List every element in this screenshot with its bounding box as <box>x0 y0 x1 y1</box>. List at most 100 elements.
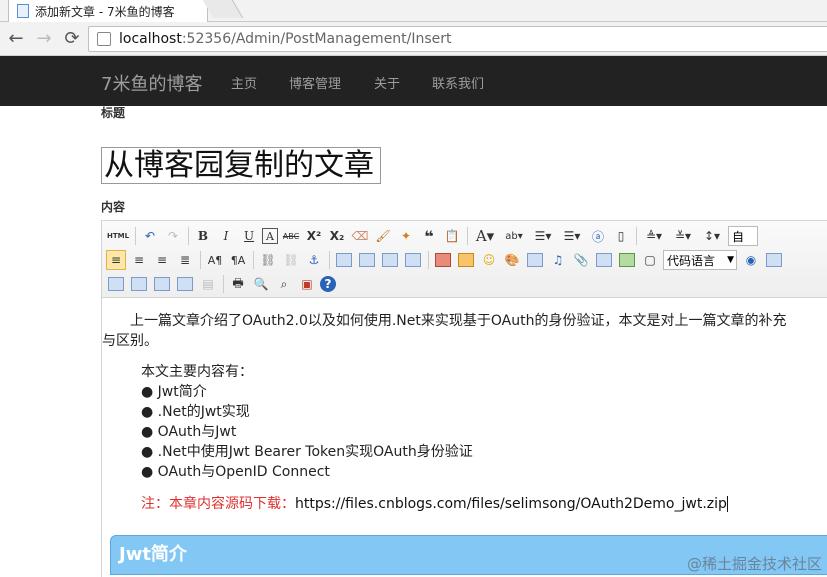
eraser-icon[interactable]: ⌫ <box>350 226 370 246</box>
browser-toolbar: ← → ⟳ localhost:52356/Admin/PostManageme… <box>0 22 827 56</box>
image-none-icon[interactable] <box>334 250 354 270</box>
superscript-icon[interactable]: X² <box>304 226 324 246</box>
template-icon[interactable] <box>764 250 784 270</box>
print-icon[interactable]: 🖶 <box>228 274 248 294</box>
insert-row-icon[interactable] <box>152 274 172 294</box>
align-right-icon[interactable]: ≡ <box>152 250 172 270</box>
multi-image-icon[interactable] <box>456 250 476 270</box>
highlight-color-icon[interactable]: ab▾ <box>501 226 527 246</box>
title-label: 标题 <box>101 106 126 120</box>
undo-icon[interactable]: ↶ <box>140 226 160 246</box>
row-spacing-top-icon[interactable]: ≜▾ <box>641 226 667 246</box>
title-input[interactable]: 从博客园复制的文章 <box>101 147 381 184</box>
help-icon[interactable]: ? <box>320 276 336 292</box>
intro-paragraph: 上一篇文章介绍了OAuth2.0以及如何使用.Net来实现基于OAuth的身份验… <box>102 311 827 351</box>
web-search-icon[interactable]: ◉ <box>741 250 761 270</box>
toc-item: .Net的Jwt实现 <box>141 402 473 422</box>
align-justify-icon[interactable]: ≣ <box>175 250 195 270</box>
toolbar-separator <box>428 251 429 269</box>
merge-cells-icon[interactable]: ▤ <box>198 274 218 294</box>
toolbar-separator <box>636 227 637 245</box>
browser-tabstrip: 添加新文章 - 7米鱼的博客 <box>0 0 827 22</box>
nav-item-contact[interactable]: 联系我们 <box>432 73 484 92</box>
clear-doc-icon[interactable]: ▯ <box>611 226 631 246</box>
image-right-icon[interactable] <box>380 250 400 270</box>
editor-toolbar: HTML ↶ ↷ B I U A ABC X² X₂ ⌫ 🖌 ✦ ❝ 📋 A▾ … <box>102 221 827 298</box>
drafts-icon[interactable]: ▣ <box>297 274 317 294</box>
delete-table-icon[interactable] <box>129 274 149 294</box>
image-center-icon[interactable] <box>403 250 423 270</box>
reload-icon[interactable]: ⟳ <box>60 27 84 51</box>
direction-rtl-icon[interactable]: ¶A <box>228 250 248 270</box>
nav-item-home[interactable]: 主页 <box>231 73 257 92</box>
attachment-icon[interactable]: 📎 <box>571 250 591 270</box>
emotion-icon[interactable]: ☺ <box>479 250 499 270</box>
address-bar[interactable]: localhost:52356/Admin/PostManagement/Ins… <box>88 26 827 52</box>
intro-line-1: 上一篇文章介绍了OAuth2.0以及如何使用.Net来实现基于OAuth的身份验… <box>130 313 787 329</box>
insert-video-icon[interactable] <box>525 250 545 270</box>
html-source-button[interactable]: HTML <box>106 226 130 246</box>
toolbar-separator <box>188 227 189 245</box>
toolbar-separator <box>135 227 136 245</box>
toolbar-separator <box>253 251 254 269</box>
image-left-icon[interactable] <box>357 250 377 270</box>
auto-format-icon[interactable]: ✦ <box>396 226 416 246</box>
align-center-icon[interactable]: ≡ <box>129 250 149 270</box>
insert-column-icon[interactable] <box>175 274 195 294</box>
nav-item-about[interactable]: 关于 <box>374 73 400 92</box>
download-label: 注：本章内容源码下载： <box>141 496 295 512</box>
nav-item-blog-management[interactable]: 博客管理 <box>289 73 341 92</box>
google-map-icon[interactable] <box>617 250 637 270</box>
redo-icon[interactable]: ↷ <box>163 226 183 246</box>
direction-ltr-icon[interactable]: A¶ <box>205 250 225 270</box>
page-info-icon[interactable] <box>97 32 111 46</box>
toolbar-separator <box>467 227 468 245</box>
font-color-icon[interactable]: A▾ <box>472 226 498 246</box>
music-icon[interactable]: ♫ <box>548 250 568 270</box>
url-host: localhost <box>119 31 182 47</box>
chevron-down-icon: ▼ <box>727 255 734 265</box>
subscript-icon[interactable]: X₂ <box>327 226 347 246</box>
toc-heading: 本文主要内容有： <box>141 364 253 380</box>
hyperlink-style-icon[interactable]: ⓐ <box>588 226 608 246</box>
search-replace-icon[interactable]: ⌕ <box>274 274 294 294</box>
forward-arrow-icon[interactable]: → <box>32 27 56 51</box>
italic-icon[interactable]: I <box>216 226 236 246</box>
font-border-icon[interactable]: A <box>262 228 278 244</box>
content-label: 内容 <box>101 200 126 214</box>
code-language-select[interactable]: 代码语言 ▼ <box>663 250 737 270</box>
download-link[interactable]: https://files.cnblogs.com/files/selimson… <box>295 496 728 512</box>
preview-icon[interactable]: 🔍 <box>251 274 271 294</box>
line-height-icon[interactable]: ↕▾ <box>699 226 725 246</box>
link-icon[interactable]: ⛓ <box>258 250 278 270</box>
map-icon[interactable] <box>594 250 614 270</box>
rich-text-editor: HTML ↶ ↷ B I U A ABC X² X₂ ⌫ 🖌 ✦ ❝ 📋 A▾ … <box>101 220 827 577</box>
blockquote-icon[interactable]: ❝ <box>419 226 439 246</box>
row-spacing-bottom-icon[interactable]: ≚▾ <box>670 226 696 246</box>
toolbar-separator <box>200 251 201 269</box>
paste-text-icon[interactable]: 📋 <box>442 226 462 246</box>
site-brand[interactable]: 7米鱼的博客 <box>101 70 202 96</box>
insert-frame-icon[interactable]: ▢ <box>640 250 660 270</box>
anchor-icon[interactable]: ⚓ <box>304 250 324 270</box>
bold-icon[interactable]: B <box>193 226 213 246</box>
scrawl-icon[interactable]: 🎨 <box>502 250 522 270</box>
unordered-list-icon[interactable]: ☰▾ <box>559 226 585 246</box>
browser-tab[interactable]: 添加新文章 - 7米鱼的博客 <box>8 0 208 22</box>
unlink-icon[interactable]: ⛓ <box>281 250 301 270</box>
watermark-text: @稀土掘金技术社区 <box>686 555 822 573</box>
code-language-value: 代码语言 <box>667 253 716 268</box>
insert-table-icon[interactable] <box>106 274 126 294</box>
underline-icon[interactable]: U <box>239 226 259 246</box>
strikethrough-icon[interactable]: ABC <box>281 226 301 246</box>
back-arrow-icon[interactable]: ← <box>4 27 28 51</box>
format-brush-icon[interactable]: 🖌 <box>373 226 393 246</box>
download-note: 注：本章内容源码下载：https://files.cnblogs.com/fil… <box>141 494 728 514</box>
custom-title-select[interactable]: 自 <box>728 226 758 246</box>
ordered-list-icon[interactable]: ☰▾ <box>530 226 556 246</box>
insert-image-icon[interactable] <box>433 250 453 270</box>
align-left-icon[interactable]: ≡ <box>106 250 126 270</box>
editor-body[interactable]: 上一篇文章介绍了OAuth2.0以及如何使用.Net来实现基于OAuth的身份验… <box>102 298 827 577</box>
intro-line-2: 与区别。 <box>102 333 158 349</box>
new-tab-button[interactable] <box>202 0 244 18</box>
